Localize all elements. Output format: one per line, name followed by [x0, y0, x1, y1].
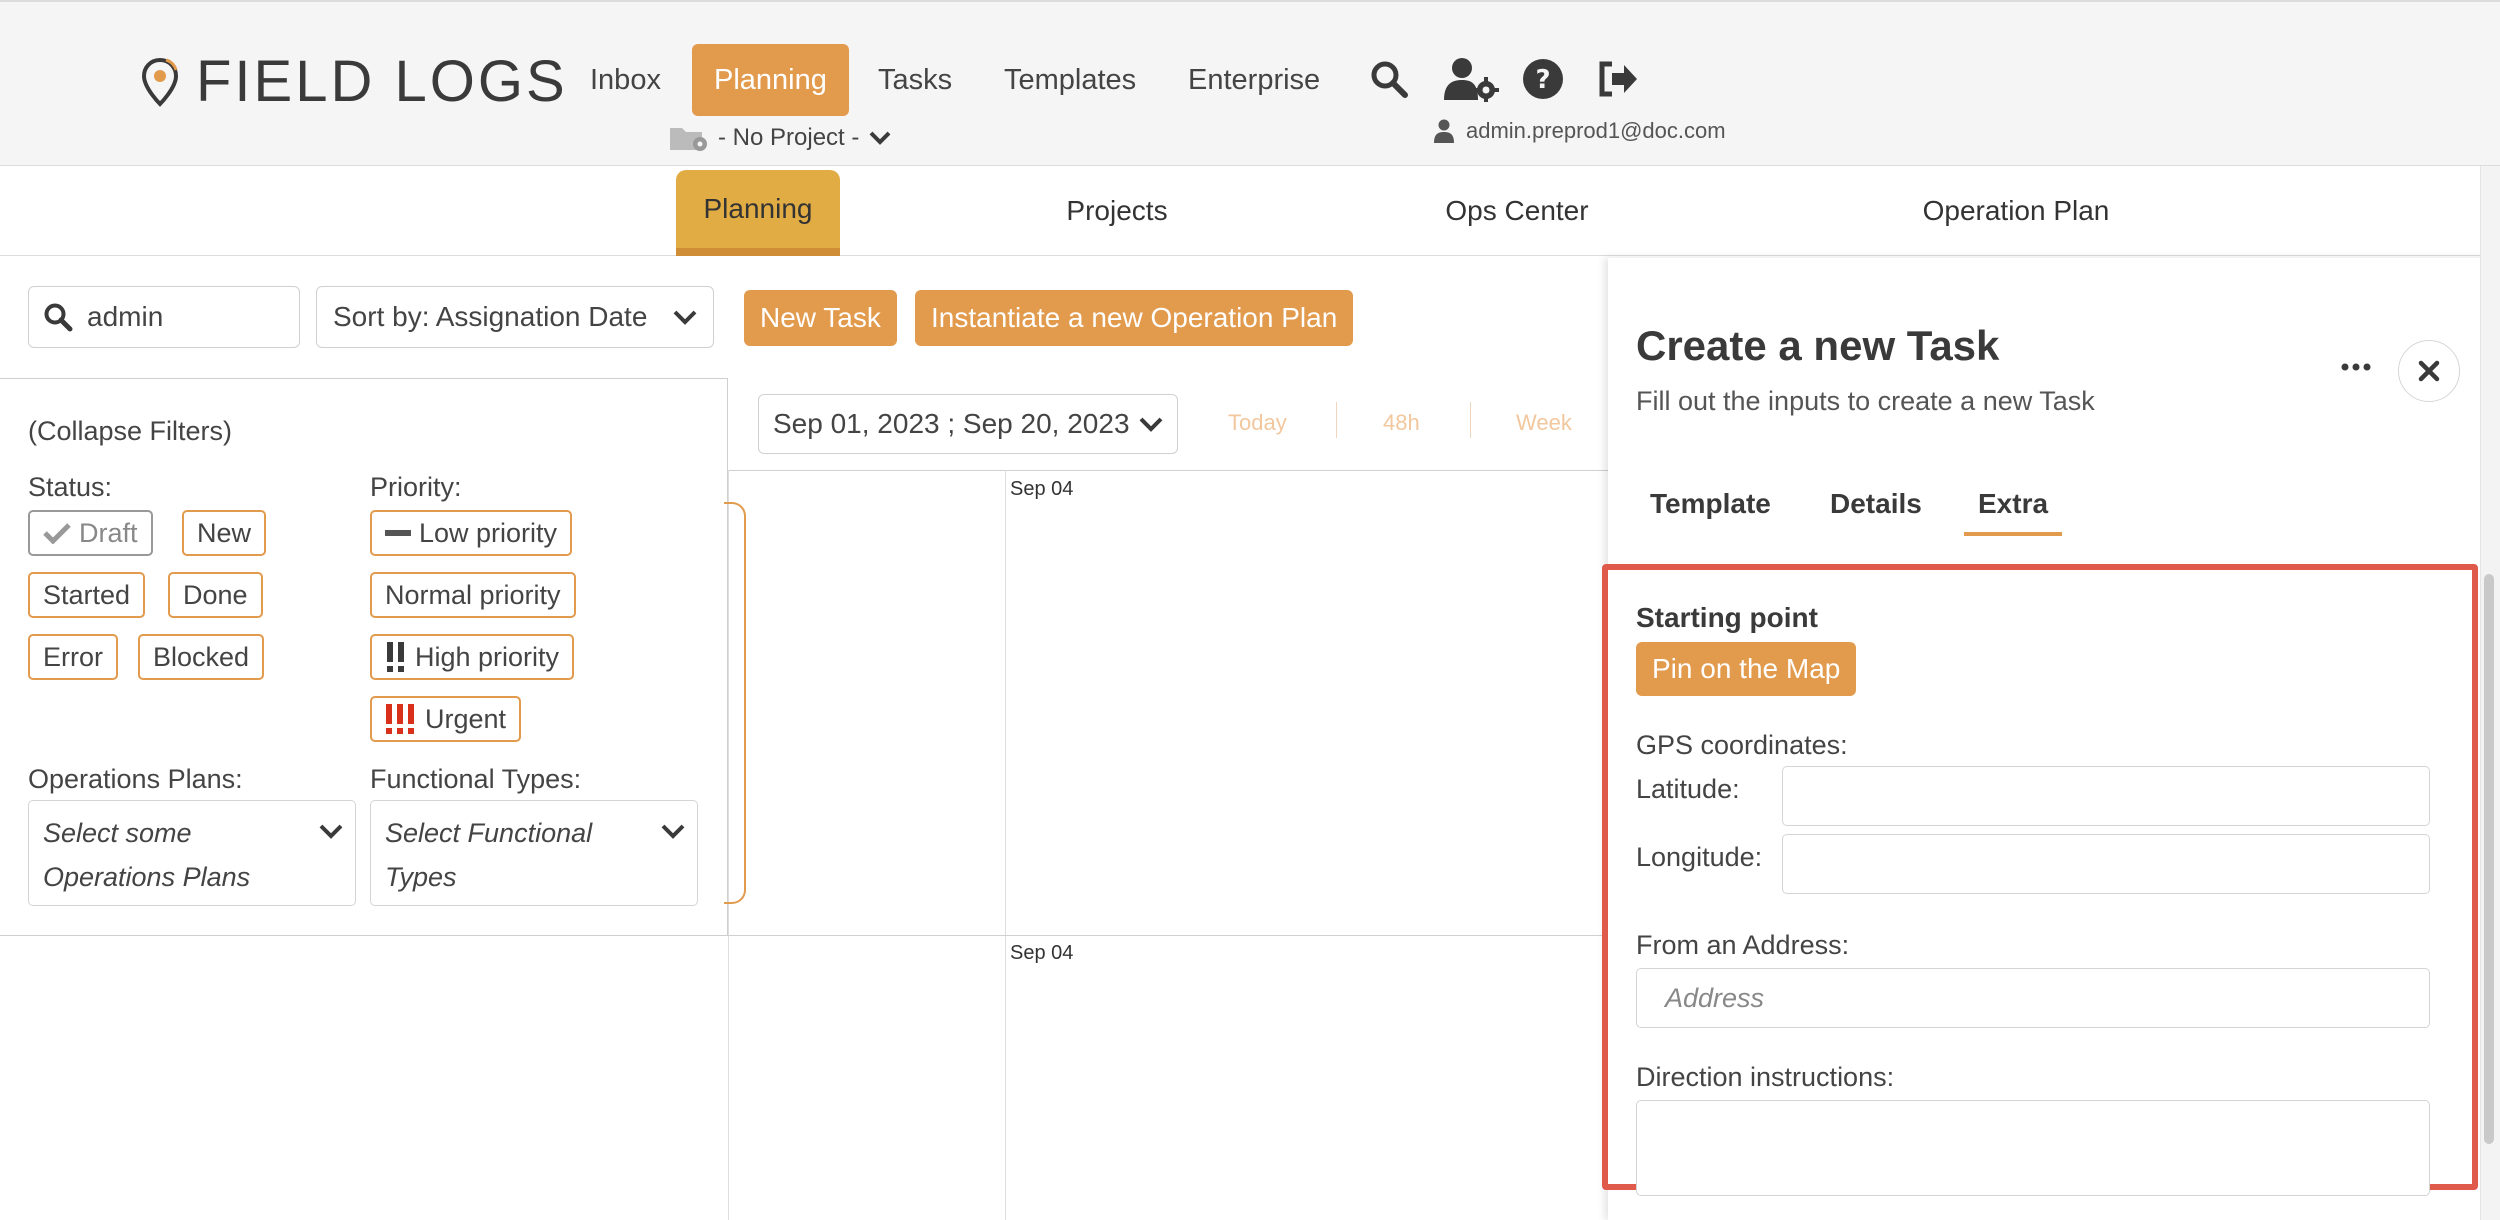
priority-chip-label: Low priority [419, 517, 558, 548]
double-exclamation-icon [387, 642, 404, 672]
user-icon [1434, 119, 1454, 143]
panel-title: Create a new Task [1636, 322, 2000, 369]
logo-pin-icon [141, 57, 179, 107]
nav-tasks[interactable]: Tasks [856, 44, 974, 116]
active-tab-indicator [1964, 532, 2062, 536]
calendar-row-divider [728, 935, 1608, 936]
date-range-picker[interactable]: Sep 01, 2023 ; Sep 20, 2023 [758, 394, 1178, 454]
project-selector[interactable]: - No Project - [668, 124, 891, 152]
calendar-day-label: Sep 04 [1010, 942, 1074, 964]
collapse-filters-link[interactable]: (Collapse Filters) [28, 416, 232, 447]
functional-types-select[interactable]: Select Functional Types [370, 800, 698, 906]
nav-inbox[interactable]: Inbox [568, 44, 683, 116]
address-input[interactable]: Address [1636, 968, 2430, 1028]
subtab-projects[interactable]: Projects [1040, 166, 1194, 256]
help-icon[interactable]: ? [1516, 52, 1570, 106]
svg-text:?: ? [1535, 65, 1550, 95]
direction-instructions-textarea[interactable] [1636, 1100, 2430, 1196]
longitude-input[interactable] [1782, 834, 2430, 894]
pin-on-map-button[interactable]: Pin on the Map [1636, 642, 1857, 696]
date-range-value: Sep 01, 2023 ; Sep 20, 2023 [773, 408, 1130, 439]
current-user: admin.preprod1@doc.com [1434, 118, 1726, 144]
priority-chip-normal[interactable]: Normal priority [370, 572, 576, 618]
status-chip-label: Draft [79, 517, 138, 548]
direction-instructions-label: Direction instructions: [1636, 1062, 1895, 1092]
check-icon [43, 523, 71, 544]
operations-plans-placeholder: Select some Operations Plans [43, 818, 251, 892]
longitude-label: Longitude: [1636, 842, 1763, 872]
search-input[interactable]: admin [87, 301, 163, 333]
chevron-down-icon [319, 824, 343, 839]
range-separator [1336, 402, 1337, 438]
status-chip-draft[interactable]: Draft [28, 510, 153, 556]
latitude-label: Latitude: [1636, 774, 1740, 804]
instantiate-operation-plan-button[interactable]: Instantiate a new Operation Plan [915, 290, 1354, 346]
chevron-down-icon [1139, 417, 1163, 432]
latitude-input[interactable] [1782, 766, 2430, 826]
project-label: - No Project - [718, 124, 860, 151]
functional-types-placeholder: Select Functional Types [385, 818, 593, 892]
calendar-header-line [728, 470, 1608, 471]
starting-point-label: Starting point [1636, 602, 1818, 633]
priority-chip-label: High priority [415, 641, 560, 672]
range-week-button[interactable]: Week [1516, 410, 1572, 436]
close-panel-button[interactable] [2398, 340, 2460, 402]
range-today-button[interactable]: Today [1228, 410, 1287, 436]
panel-subtitle: Fill out the inputs to create a new Task [1636, 386, 2095, 416]
sort-select[interactable]: Sort by: Assignation Date [316, 286, 714, 348]
status-label: Status: [28, 472, 113, 502]
calendar-day-label: Sep 04 [1010, 478, 1074, 500]
subtab-planning[interactable]: Planning [676, 170, 840, 256]
tab-details[interactable]: Details [1830, 488, 1922, 520]
priority-chip-low[interactable]: Low priority [370, 510, 573, 556]
nav-templates[interactable]: Templates [982, 44, 1158, 116]
status-chip-new[interactable]: New [182, 510, 267, 556]
nav-planning[interactable]: Planning [692, 44, 849, 116]
search-box[interactable]: admin [28, 286, 300, 348]
priority-chip-urgent[interactable]: Urgent [370, 696, 522, 742]
triple-exclamation-icon [386, 704, 414, 734]
user-email: admin.preprod1@doc.com [1466, 118, 1726, 143]
range-separator [1470, 402, 1471, 438]
brand-name: FIELD LOGS [196, 49, 568, 114]
priority-chip-label: Urgent [425, 703, 507, 734]
subtab-operation-plan[interactable]: Operation Plan [1900, 166, 2132, 256]
chevron-down-icon [869, 131, 891, 145]
minus-icon [385, 530, 411, 536]
status-chip-error[interactable]: Error [28, 634, 118, 680]
from-address-label: From an Address: [1636, 930, 1850, 960]
user-settings-icon[interactable] [1440, 52, 1504, 106]
nav-enterprise[interactable]: Enterprise [1166, 44, 1342, 116]
tab-template[interactable]: Template [1650, 488, 1771, 520]
status-chip-blocked[interactable]: Blocked [138, 634, 265, 680]
priority-chip-high[interactable]: High priority [370, 634, 575, 680]
chevron-down-icon [661, 824, 685, 839]
close-icon [2418, 360, 2440, 382]
gps-coordinates-label: GPS coordinates: [1636, 730, 1848, 760]
filters-collapse-handle[interactable] [724, 502, 746, 904]
status-chip-started[interactable]: Started [28, 572, 146, 618]
scrollbar-thumb[interactable] [2484, 574, 2494, 1144]
sort-label: Sort by: Assignation Date [333, 301, 648, 332]
tab-extra[interactable]: Extra [1978, 488, 2048, 520]
functional-types-label: Functional Types: [370, 764, 582, 794]
operations-plans-label: Operations Plans: [28, 764, 243, 794]
more-options-icon[interactable] [2336, 352, 2376, 382]
logout-icon[interactable] [1590, 52, 1644, 106]
operations-plans-select[interactable]: Select some Operations Plans [28, 800, 356, 906]
range-48h-button[interactable]: 48h [1383, 410, 1420, 436]
new-task-button[interactable]: New Task [744, 290, 897, 346]
search-icon [44, 303, 73, 332]
calendar-gridline [1005, 470, 1006, 1220]
search-icon[interactable] [1362, 52, 1416, 106]
status-chip-done[interactable]: Done [168, 572, 263, 618]
folder-settings-icon [670, 128, 707, 151]
app-logo[interactable]: FIELD LOGS [140, 48, 568, 115]
chevron-down-icon [673, 310, 697, 325]
priority-label: Priority: [370, 472, 462, 502]
subtab-ops-center[interactable]: Ops Center [1420, 166, 1614, 256]
